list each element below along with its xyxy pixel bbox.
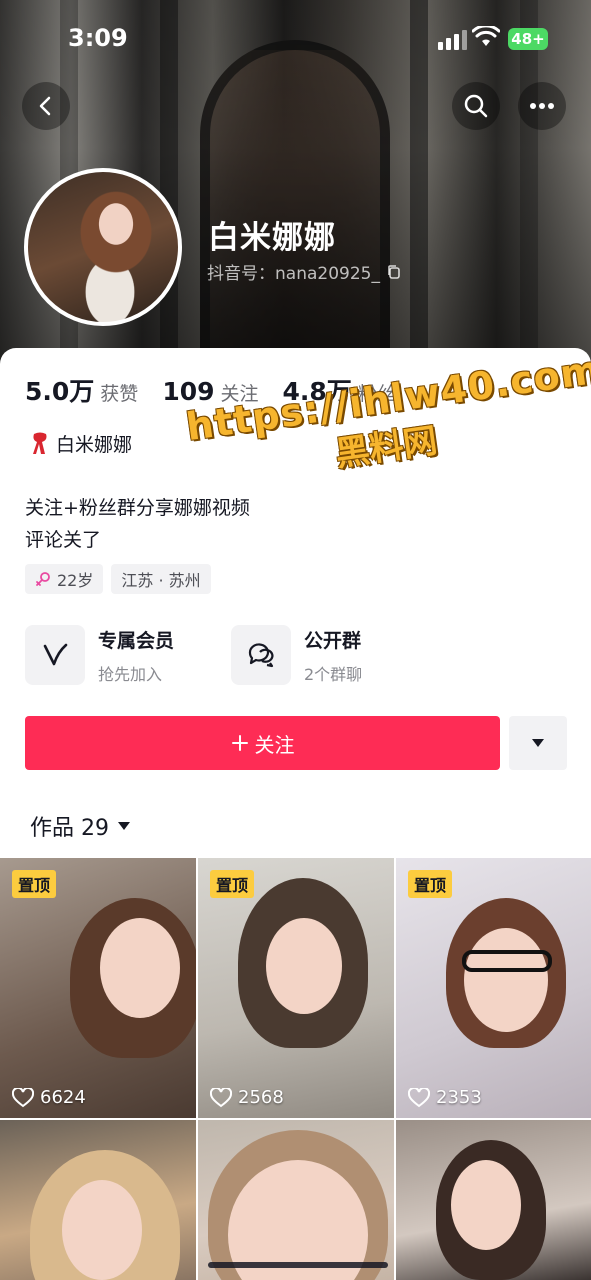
search-icon	[464, 94, 488, 118]
feature-entries: 专属会员 抢先加入 公开群 2个群聊	[25, 625, 437, 685]
membership-entry[interactable]: 专属会员 抢先加入	[25, 625, 231, 685]
home-indicator	[208, 1262, 388, 1268]
profile-name: 白米娜娜	[208, 220, 336, 256]
stat-number: 5.0万	[25, 377, 95, 406]
cellular-signal-icon	[438, 30, 467, 50]
follow-label: 关注	[254, 732, 295, 757]
video-thumbnail[interactable]: 置顶 6624	[0, 858, 196, 1118]
video-thumbnail[interactable]	[0, 1120, 196, 1280]
age-text: 22岁	[57, 571, 94, 590]
location-chip: 江苏 · 苏州	[111, 564, 211, 594]
age-chip: 22岁	[25, 564, 104, 594]
avatar[interactable]	[24, 168, 182, 326]
video-thumbnail[interactable]	[396, 1120, 591, 1280]
profile-bio: 关注+粉丝群分享娜娜视频 评论关了	[25, 492, 250, 556]
works-grid: 置顶 6624 置顶 2568 置顶 2353	[0, 858, 591, 1280]
chevron-left-icon	[39, 96, 51, 116]
pinned-badge: 置顶	[210, 870, 255, 898]
pinned-badge: 置顶	[408, 870, 453, 898]
location-text: 江苏 · 苏州	[121, 571, 201, 590]
like-count: 6624	[12, 1087, 86, 1108]
status-time: 3:09	[68, 24, 128, 52]
douyin-id-text: 抖音号：nana20925_	[207, 264, 380, 284]
douyin-id[interactable]: 抖音号：nana20925_	[207, 259, 402, 284]
chat-icon	[231, 625, 291, 685]
back-button[interactable]	[22, 82, 70, 130]
plus-icon	[231, 735, 248, 751]
works-tab-label: 作品 29	[30, 816, 109, 841]
recommend-dropdown-button[interactable]	[509, 716, 567, 770]
feature-subtitle: 2个群聊	[304, 664, 363, 684]
follow-button[interactable]: 关注	[25, 716, 500, 770]
caret-down-icon	[532, 739, 544, 747]
heart-icon	[210, 1087, 232, 1107]
copy-icon[interactable]	[386, 264, 402, 280]
battery-icon: 48+	[508, 28, 548, 50]
stat-label: 获赞	[100, 383, 139, 405]
v-icon	[25, 625, 85, 685]
heart-icon	[408, 1087, 430, 1107]
video-thumbnail[interactable]	[198, 1120, 394, 1280]
feature-title: 公开群	[304, 629, 362, 652]
scarf-icon	[33, 432, 47, 454]
tab-works[interactable]: 作品 29	[30, 810, 131, 842]
status-bar: 3:09 48+	[0, 0, 591, 80]
video-thumbnail[interactable]: 置顶 2353	[396, 858, 591, 1118]
female-icon	[36, 572, 50, 586]
profile-tag-text: 白米娜娜	[56, 434, 133, 456]
bio-line: 关注+粉丝群分享娜娜视频	[25, 497, 250, 519]
public-group-entry[interactable]: 公开群 2个群聊	[231, 625, 437, 685]
like-count: 2568	[210, 1087, 284, 1108]
video-thumbnail[interactable]: 置顶 2568	[198, 858, 394, 1118]
feature-subtitle: 抢先加入	[98, 664, 163, 684]
feature-title: 专属会员	[98, 629, 175, 652]
heart-icon	[12, 1087, 34, 1107]
like-count-text: 6624	[40, 1087, 86, 1108]
more-dots-icon	[530, 103, 554, 109]
profile-tag[interactable]: 白米娜娜	[30, 430, 132, 457]
like-count-text: 2568	[238, 1087, 284, 1108]
stat-likes[interactable]: 5.0万 获赞	[25, 372, 138, 408]
profile-content-card: 5.0万 获赞 109 关注 4.8万 粉丝 白米娜娜 https://ihlw…	[0, 347, 591, 1280]
like-count: 2353	[408, 1087, 482, 1108]
search-button[interactable]	[452, 82, 500, 130]
profile-chips: 22岁 江苏 · 苏州	[25, 564, 211, 594]
caret-down-icon	[118, 822, 130, 830]
bio-line: 评论关了	[25, 529, 102, 551]
more-options-button[interactable]	[518, 82, 566, 130]
wifi-icon	[472, 26, 500, 46]
pinned-badge: 置顶	[12, 870, 57, 898]
like-count-text: 2353	[436, 1087, 482, 1108]
